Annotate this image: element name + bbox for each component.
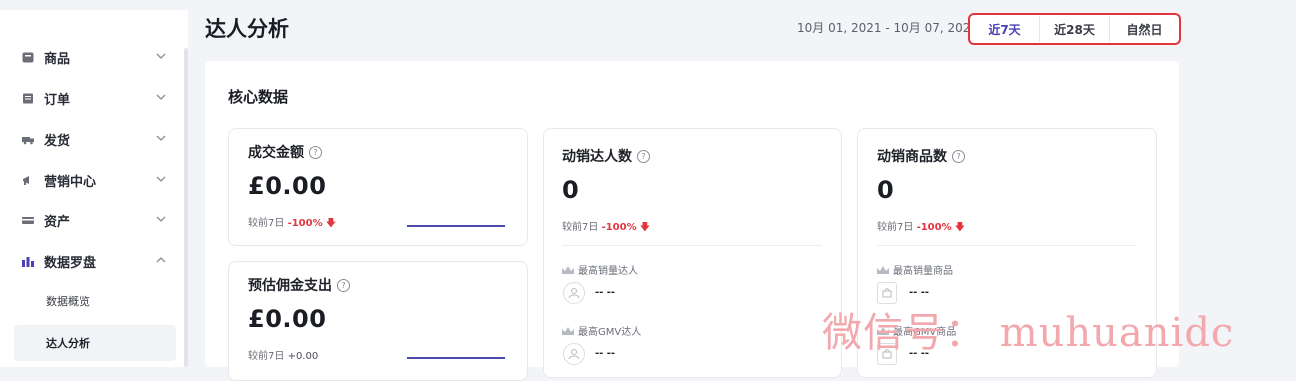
sidebar-item-product[interactable]: 商品	[22, 46, 172, 68]
date-range[interactable]: 10月 01, 2021 - 10月 07, 2021	[797, 19, 978, 36]
sidebar-item-label: 营销中心	[44, 174, 97, 190]
top-gmv-creator-text: 最高GMV达人	[578, 327, 642, 338]
chevron-down-icon	[156, 53, 166, 59]
card-icon	[22, 216, 34, 224]
divider	[877, 245, 1137, 246]
sidebar-item-label: 发货	[44, 133, 71, 149]
top-sales-product-value: -- --	[909, 287, 930, 298]
sidebar-item-label: 资产	[44, 214, 71, 230]
sidebar-subitem-data-overview[interactable]: 数据概览	[14, 283, 176, 319]
range-28-days-button[interactable]: 近28天	[1040, 16, 1110, 42]
sidebar-item-assets[interactable]: 资产	[22, 209, 172, 231]
crown-icon	[562, 326, 574, 335]
products-title-text: 动销商品数	[877, 149, 947, 165]
sidebar-item-label: 商品	[44, 51, 71, 67]
help-icon[interactable]: ?	[952, 149, 965, 163]
commission-compare: 较前7日 +0.00	[248, 347, 318, 362]
chevron-up-icon	[156, 257, 166, 263]
sidebar-subitem-label: 数据概览	[46, 295, 90, 308]
commission-value: £0.00	[248, 305, 327, 333]
user-icon	[568, 349, 580, 360]
sidebar-item-marketing[interactable]: 营销中心	[22, 169, 172, 191]
user-icon	[568, 288, 580, 299]
crown-icon	[562, 265, 574, 274]
top-sales-creator-text: 最高销量达人	[578, 266, 638, 277]
sidebar-item-label: 数据罗盘	[44, 255, 97, 271]
section-title: 核心数据	[228, 88, 289, 106]
help-icon[interactable]: ?	[337, 278, 350, 292]
sidebar-subitem-creator-analysis[interactable]: 达人分析	[14, 325, 176, 361]
sidebar-scrollbar[interactable]	[184, 48, 188, 367]
products-card-title: 动销商品数 ?	[877, 146, 965, 166]
chevron-down-icon	[156, 135, 166, 141]
date-range-selector: 近7天 近28天 自然日	[968, 13, 1181, 45]
help-icon[interactable]: ?	[309, 145, 322, 159]
creators-title-text: 动销达人数	[562, 149, 632, 165]
commission-title-text: 预估佣金支出	[248, 278, 332, 294]
chevron-down-icon	[156, 94, 166, 100]
sidebar-subitem-label: 达人分析	[46, 337, 90, 350]
compare-value: -100%	[601, 222, 637, 233]
product-icon	[22, 52, 34, 62]
compare-label: 较前7日	[248, 218, 285, 229]
commission-card-title: 预估佣金支出 ?	[248, 275, 350, 295]
products-value: 0	[877, 176, 895, 204]
range-7-days-button[interactable]: 近7天	[970, 16, 1040, 42]
page-title: 达人分析	[205, 17, 289, 41]
compare-label: 较前7日	[562, 222, 599, 233]
avatar[interactable]	[563, 343, 585, 365]
truck-icon	[22, 136, 34, 144]
sidebar-item-order[interactable]: 订单	[22, 87, 172, 109]
top-sales-product-text: 最高销量商品	[893, 266, 953, 277]
gmv-value: £0.00	[248, 172, 327, 200]
compare-label: 较前7日	[248, 351, 285, 362]
help-icon[interactable]: ?	[637, 149, 650, 163]
bag-icon	[882, 288, 892, 298]
gmv-compare: 较前7日 -100% 🡇	[248, 214, 336, 233]
creators-card-title: 动销达人数 ?	[562, 146, 650, 166]
top-gmv-creator-label: 最高GMV达人	[562, 323, 641, 338]
divider	[562, 245, 822, 246]
products-compare: 较前7日 -100% 🡇	[877, 218, 965, 237]
arrow-down-icon: 🡇	[639, 222, 651, 233]
megaphone-icon	[23, 175, 29, 185]
order-icon	[23, 93, 33, 103]
gmv-sparkline	[407, 225, 505, 227]
arrow-down-icon: 🡇	[325, 218, 337, 229]
chevron-down-icon	[156, 216, 166, 222]
arrow-down-icon: 🡇	[954, 222, 966, 233]
compare-label: 较前7日	[877, 222, 914, 233]
compare-value: -100%	[287, 218, 323, 229]
commission-sparkline	[407, 357, 505, 359]
compare-value: -100%	[916, 222, 952, 233]
avatar[interactable]	[563, 282, 585, 304]
top-sales-creator-label: 最高销量达人	[562, 262, 638, 277]
compare-value: +0.00	[287, 351, 319, 362]
range-natural-day-button[interactable]: 自然日	[1110, 16, 1179, 42]
creators-compare: 较前7日 -100% 🡇	[562, 218, 650, 237]
bar-chart-icon	[22, 256, 34, 267]
creators-value: 0	[562, 176, 580, 204]
chevron-down-icon	[156, 176, 166, 182]
sidebar-item-shipping[interactable]: 发货	[22, 128, 172, 150]
crown-icon	[877, 265, 889, 274]
gmv-title-text: 成交金额	[248, 145, 304, 161]
top-gmv-creator-value: -- --	[595, 348, 616, 359]
watermark: 微信号： muhuanidc	[822, 310, 1235, 356]
top-sales-creator-value: -- --	[595, 287, 616, 298]
sidebar-item-data-compass[interactable]: 数据罗盘	[22, 250, 172, 272]
gmv-card-title: 成交金额 ?	[248, 142, 322, 162]
top-sales-product-label: 最高销量商品	[877, 262, 953, 277]
sidebar-item-label: 订单	[44, 92, 71, 108]
